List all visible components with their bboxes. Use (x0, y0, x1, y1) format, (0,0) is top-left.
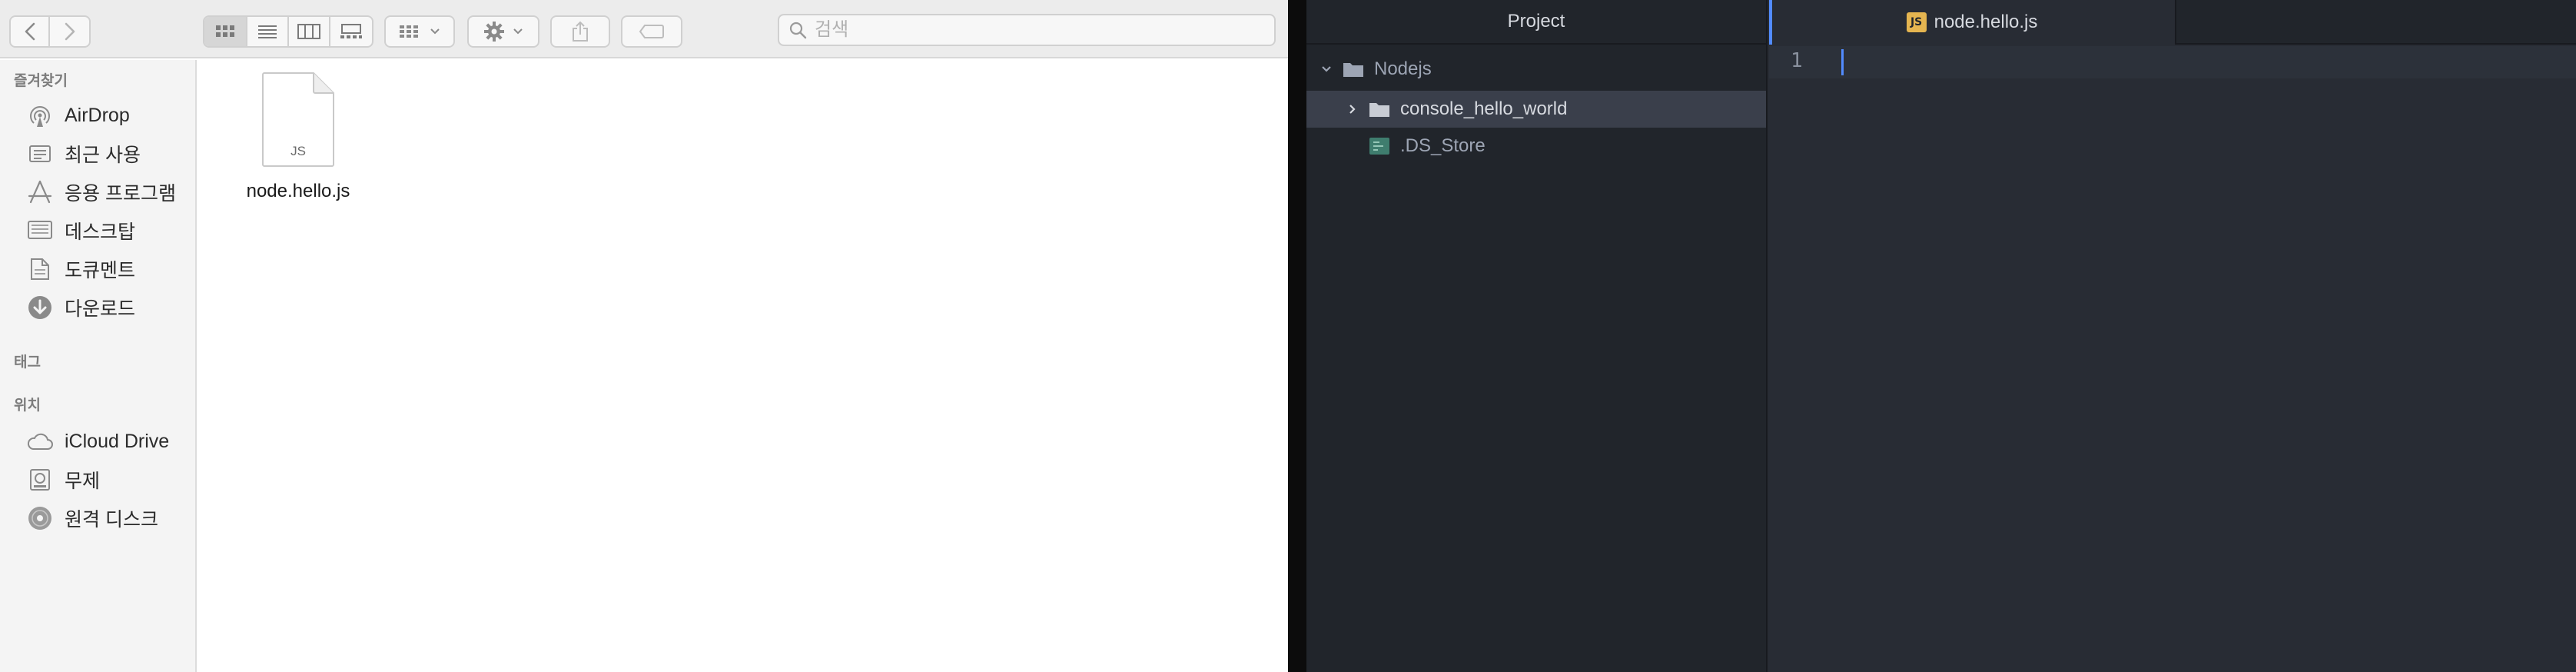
window-divider (1288, 0, 1306, 672)
airdrop-icon (26, 101, 54, 129)
line-number-gutter (1769, 46, 1831, 672)
sidebar-item-label: 다운로드 (65, 298, 136, 320)
tree-view: Project Nodejs console_hello_world .DS_S… (1306, 0, 1768, 672)
documents-icon (26, 255, 54, 283)
sidebar-item-label: iCloud Drive (65, 430, 170, 452)
view-mode-selector (203, 15, 373, 48)
tree-item-ds-store[interactable]: .DS_Store (1306, 128, 1766, 165)
action-menu-button[interactable] (467, 15, 539, 48)
remote-disc-icon (26, 504, 54, 532)
tree-view-header[interactable]: Project (1306, 0, 1766, 45)
sidebar-item-downloads[interactable]: 다운로드 (26, 292, 135, 323)
list-icon (258, 25, 277, 38)
js-file-icon: JS (1906, 12, 1927, 32)
search-icon (789, 22, 807, 39)
finder-file-area: JS node.hello.js (198, 60, 1288, 672)
cloud-icon (26, 427, 54, 455)
tree-item-label: .DS_Store (1400, 135, 1486, 156)
group-grid-icon (400, 25, 418, 38)
downloads-icon (26, 294, 54, 321)
gear-icon (484, 22, 504, 42)
text-cursor[interactable] (1841, 49, 1844, 75)
active-line-highlight (1769, 46, 2576, 78)
sidebar-item-airdrop[interactable]: AirDrop (26, 100, 130, 131)
tag-icon (639, 25, 664, 38)
recents-icon (26, 140, 54, 168)
sidebar-item-label: AirDrop (65, 104, 130, 126)
chevron-down-icon (1317, 65, 1336, 74)
chevron-down-icon (430, 28, 440, 35)
chevron-down-icon (513, 28, 523, 35)
folder-icon (1342, 60, 1366, 78)
sidebar-item-label: 응용 프로그램 (65, 183, 176, 205)
tree-view-title: Project (1507, 11, 1565, 32)
tree-item-label: console_hello_world (1400, 98, 1568, 119)
search-box (778, 14, 1276, 46)
list-view-button[interactable] (247, 17, 289, 46)
sidebar-item-label: 도큐멘트 (65, 260, 136, 281)
sidebar-item-desktop[interactable]: 데스크탑 (26, 215, 135, 246)
tree-root-nodejs[interactable]: Nodejs (1306, 51, 1766, 88)
group-by-button[interactable] (384, 15, 455, 48)
back-button[interactable] (11, 17, 51, 46)
sidebar-section-locations: 위치 (14, 398, 41, 414)
search-input[interactable] (815, 19, 1245, 41)
file-item[interactable]: JS node.hello.js (221, 71, 375, 202)
chevron-right-icon (65, 22, 75, 41)
sidebar-section-tags: 태그 (14, 354, 41, 371)
tab-node-hello-js[interactable]: JS node.hello.js (1769, 0, 2176, 45)
forward-button[interactable] (50, 17, 89, 46)
sidebar-item-label: 최근 사용 (65, 145, 141, 166)
desktop-icon (26, 217, 54, 245)
sidebar-item-applications[interactable]: 응용 프로그램 (26, 177, 176, 208)
line-number: 1 (1791, 49, 1803, 72)
tree-item-console-hello-world[interactable]: console_hello_world (1306, 91, 1766, 128)
column-view-button[interactable] (289, 17, 330, 46)
sidebar-item-untitled-disk[interactable]: 무제 (26, 464, 100, 495)
applications-icon (26, 178, 54, 206)
file-icon (1368, 136, 1393, 156)
tab-title: node.hello.js (1934, 12, 2038, 32)
share-button[interactable] (550, 15, 610, 48)
sidebar-item-label: 데스크탑 (65, 221, 136, 243)
sidebar-item-recents[interactable]: 최근 사용 (26, 138, 141, 169)
sidebar-item-documents[interactable]: 도큐멘트 (26, 254, 135, 284)
sidebar-item-label: 원격 디스크 (65, 509, 158, 531)
file-type-badge: JS (290, 144, 306, 158)
sidebar-item-icloud-drive[interactable]: iCloud Drive (26, 426, 169, 457)
disk-icon (26, 466, 54, 494)
folder-icon (1368, 100, 1393, 118)
columns-icon (297, 24, 320, 39)
chevron-right-icon (1343, 103, 1362, 115)
share-icon (573, 21, 588, 42)
atom-editor-window: Project Nodejs console_hello_world .DS_S… (1306, 0, 2576, 672)
sidebar-item-remote-disc[interactable]: 원격 디스크 (26, 503, 158, 534)
icon-view-button[interactable] (204, 17, 247, 46)
chevron-left-icon (25, 22, 35, 41)
grid-icon (216, 25, 234, 37)
edit-tags-button[interactable] (621, 15, 682, 48)
tree-item-label: Nodejs (1374, 58, 1432, 79)
tab-bar: JS node.hello.js (1769, 0, 2576, 45)
finder-toolbar (0, 0, 1288, 58)
gallery-view-button[interactable] (330, 17, 372, 46)
finder-sidebar: 즐겨찾기 AirDrop 최근 사용 응용 프로그램 데스크탑 도큐멘트 다운로… (0, 60, 197, 672)
file-name: node.hello.js (246, 181, 350, 201)
gallery-icon (340, 24, 362, 38)
history-nav (9, 15, 91, 48)
sidebar-item-label: 무제 (65, 471, 101, 492)
js-file-icon: JS (262, 72, 334, 167)
editor-pane: JS node.hello.js 1 (1769, 0, 2576, 672)
sidebar-section-favorites: 즐겨찾기 (14, 73, 68, 89)
finder-window: 즐겨찾기 AirDrop 최근 사용 응용 프로그램 데스크탑 (0, 0, 1288, 672)
